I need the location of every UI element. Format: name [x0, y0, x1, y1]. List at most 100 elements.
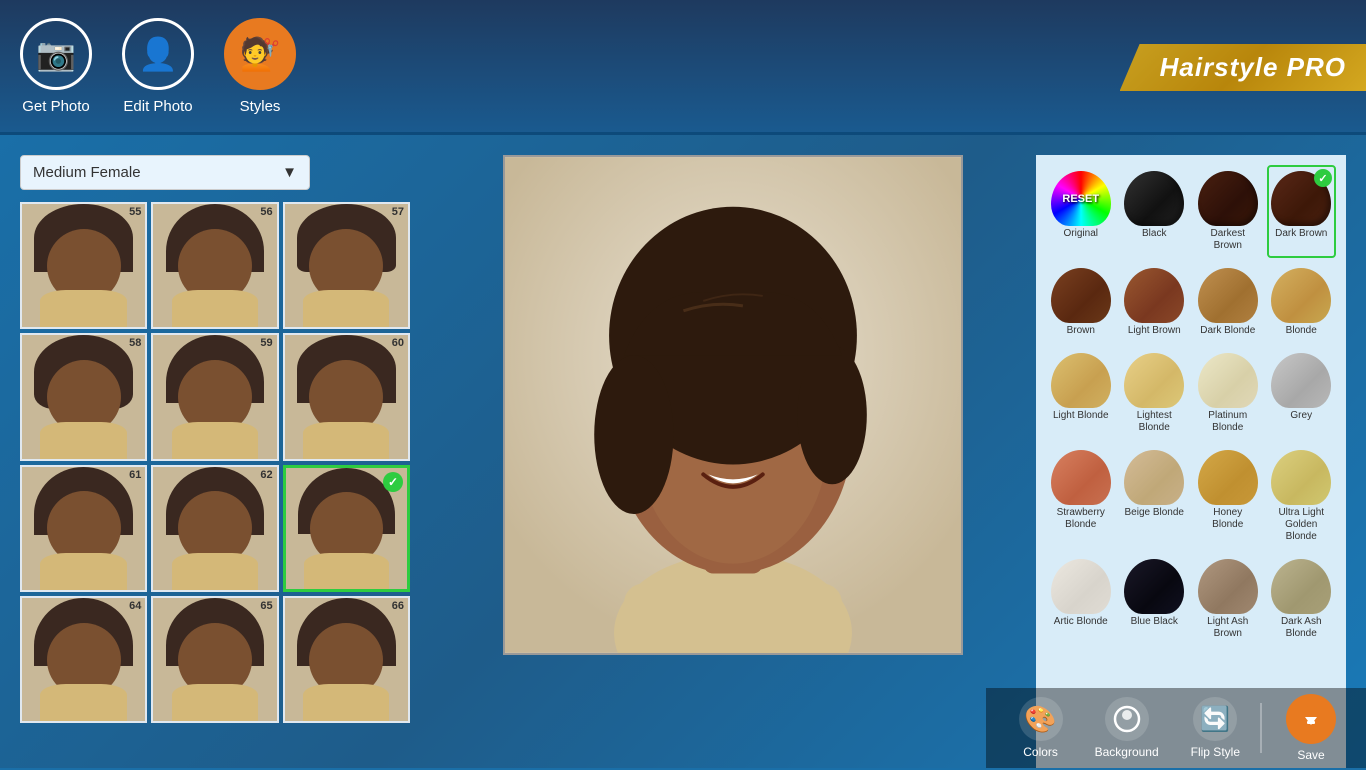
color-light-blonde[interactable]: Light Blonde	[1046, 347, 1116, 440]
color-grey[interactable]: Grey	[1267, 347, 1337, 440]
style-grid: 55 56 57	[20, 202, 410, 723]
reset-swatch: RESET	[1051, 171, 1111, 226]
style-category-dropdown[interactable]: Medium Female ▼	[20, 155, 310, 190]
selected-color-check: ✓	[1314, 169, 1332, 187]
style-num-58: 58	[129, 337, 141, 349]
photo-frame	[503, 155, 963, 655]
style-item-64[interactable]: 64	[20, 596, 147, 723]
preview-panel	[430, 135, 1036, 768]
color-light-ash-brown[interactable]: Light Ash Brown	[1193, 553, 1263, 646]
person-icon: 👤	[122, 18, 194, 90]
color-row-1: RESET Original Black Darkest Brown ✓ Dar…	[1046, 165, 1336, 258]
color-ultra-light-label: Ultra Light Golden Blonde	[1271, 507, 1333, 543]
toolbar-colors[interactable]: 🎨 Colors	[1003, 689, 1079, 767]
ultra-light-swatch	[1271, 450, 1331, 505]
style-num-59: 59	[260, 337, 272, 349]
toolbar-flip-style[interactable]: 🔄 Flip Style	[1175, 689, 1256, 767]
style-num-64: 64	[129, 600, 141, 612]
color-dark-ash-blonde[interactable]: Dark Ash Blonde	[1267, 553, 1337, 646]
style-item-62[interactable]: 62	[151, 465, 278, 592]
style-item-57[interactable]: 57	[283, 202, 410, 329]
color-black[interactable]: Black	[1120, 165, 1190, 258]
color-dark-brown-label: Dark Brown	[1275, 228, 1327, 240]
color-blue-black[interactable]: Blue Black	[1120, 553, 1190, 646]
dark-ash-blonde-swatch	[1271, 559, 1331, 614]
colors-label: Colors	[1023, 745, 1058, 759]
color-brown[interactable]: Brown	[1046, 262, 1116, 343]
toolbar-divider	[1260, 703, 1262, 753]
toolbar-save[interactable]: Save	[1266, 686, 1356, 770]
color-original-label: Original	[1064, 228, 1098, 240]
nav-styles-label: Styles	[240, 98, 281, 115]
color-dark-blonde[interactable]: Dark Blonde	[1193, 262, 1263, 343]
color-dark-brown[interactable]: ✓ Dark Brown	[1267, 165, 1337, 258]
bottom-toolbar: 🎨 Colors Background 🔄 Flip Style	[986, 688, 1366, 768]
color-platinum-blonde[interactable]: Platinum Blonde	[1193, 347, 1263, 440]
color-beige-blonde[interactable]: Beige Blonde	[1120, 444, 1190, 549]
style-item-58[interactable]: 58	[20, 333, 147, 460]
background-icon	[1105, 697, 1149, 741]
style-num-56: 56	[260, 206, 272, 218]
nav-styles[interactable]: 💇 Styles	[224, 18, 296, 115]
color-row-2: Brown Light Brown Dark Blonde Blonde	[1046, 262, 1336, 343]
person-svg	[505, 155, 961, 655]
style-num-55: 55	[129, 206, 141, 218]
artic-swatch	[1051, 559, 1111, 614]
style-item-59[interactable]: 59	[151, 333, 278, 460]
color-strawberry-blonde[interactable]: Strawberry Blonde	[1046, 444, 1116, 549]
styles-panel: Medium Female ▼ 55 56	[0, 135, 430, 768]
color-light-blonde-label: Light Blonde	[1053, 410, 1109, 422]
style-num-66: 66	[392, 600, 404, 612]
save-label: Save	[1297, 748, 1324, 762]
beige-swatch	[1124, 450, 1184, 505]
style-item-66[interactable]: 66	[283, 596, 410, 723]
save-icon	[1286, 694, 1336, 744]
platinum-swatch	[1198, 353, 1258, 408]
camera-icon: 📷	[20, 18, 92, 90]
color-honey-label: Honey Blonde	[1197, 507, 1259, 531]
grey-swatch	[1271, 353, 1331, 408]
nav-edit-photo[interactable]: 👤 Edit Photo	[122, 18, 194, 115]
main-content: Medium Female ▼ 55 56	[0, 135, 1366, 768]
color-light-brown[interactable]: Light Brown	[1120, 262, 1190, 343]
color-strawberry-label: Strawberry Blonde	[1050, 507, 1112, 531]
light-blonde-swatch	[1051, 353, 1111, 408]
style-num-60: 60	[392, 337, 404, 349]
color-row-3: Light Blonde Lightest Blonde Platinum Bl…	[1046, 347, 1336, 440]
darkest-brown-swatch	[1198, 171, 1258, 226]
color-artic-blonde[interactable]: Artic Blonde	[1046, 553, 1116, 646]
nav-bar: 📷 Get Photo 👤 Edit Photo 💇 Styles	[20, 18, 296, 115]
honey-swatch	[1198, 450, 1258, 505]
color-artic-label: Artic Blonde	[1054, 616, 1108, 628]
selected-checkmark: ✓	[383, 472, 403, 492]
color-honey-blonde[interactable]: Honey Blonde	[1193, 444, 1263, 549]
style-item-55[interactable]: 55	[20, 202, 147, 329]
color-dark-blonde-label: Dark Blonde	[1200, 325, 1255, 337]
hairstyle-icon: 💇	[224, 18, 296, 90]
color-light-brown-label: Light Brown	[1128, 325, 1181, 337]
brand-title: Hairstyle PRO	[1120, 44, 1366, 91]
style-item-60[interactable]: 60	[283, 333, 410, 460]
style-item-61[interactable]: 61	[20, 465, 147, 592]
color-lightest-blonde[interactable]: Lightest Blonde	[1120, 347, 1190, 440]
nav-get-photo[interactable]: 📷 Get Photo	[20, 18, 92, 115]
color-original[interactable]: RESET Original	[1046, 165, 1116, 258]
background-label: Background	[1095, 745, 1159, 759]
color-darkest-brown[interactable]: Darkest Brown	[1193, 165, 1263, 258]
color-black-label: Black	[1142, 228, 1166, 240]
strawberry-swatch	[1051, 450, 1111, 505]
color-blonde[interactable]: Blonde	[1267, 262, 1337, 343]
style-num-65: 65	[260, 600, 272, 612]
color-grey-label: Grey	[1290, 410, 1312, 422]
style-item-56[interactable]: 56	[151, 202, 278, 329]
style-item-63[interactable]: ✓	[283, 465, 410, 592]
nav-get-photo-label: Get Photo	[22, 98, 90, 115]
style-item-65[interactable]: 65	[151, 596, 278, 723]
toolbar-background[interactable]: Background	[1079, 689, 1175, 767]
colors-panel: RESET Original Black Darkest Brown ✓ Dar…	[1036, 155, 1346, 768]
color-light-ash-brown-label: Light Ash Brown	[1197, 616, 1259, 640]
color-ultra-light-golden[interactable]: Ultra Light Golden Blonde	[1267, 444, 1337, 549]
toolbar-items: 🎨 Colors Background 🔄 Flip Style	[1003, 686, 1356, 770]
color-row-5: Artic Blonde Blue Black Light Ash Brown …	[1046, 553, 1336, 646]
header: 📷 Get Photo 👤 Edit Photo 💇 Styles Hairst…	[0, 0, 1366, 135]
